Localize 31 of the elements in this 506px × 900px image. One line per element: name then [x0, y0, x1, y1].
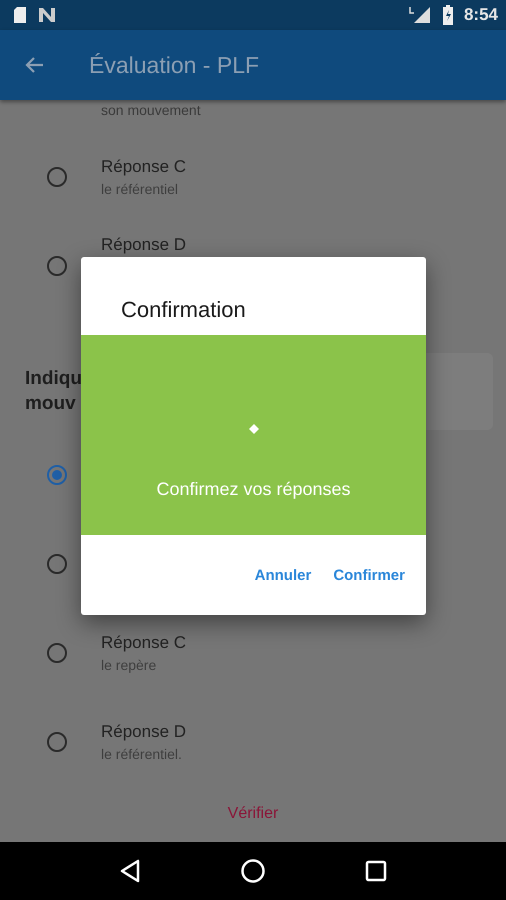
- answer-label: Réponse C: [101, 632, 186, 652]
- recents-icon[interactable]: [364, 860, 387, 882]
- answer-label: Réponse D: [101, 235, 186, 255]
- verify-button[interactable]: Vérifier: [220, 801, 286, 827]
- answer-text: le repère: [101, 656, 158, 672]
- answer-label: Réponse D: [101, 722, 186, 742]
- radio-button[interactable]: [47, 642, 67, 662]
- notification-icon: [38, 7, 56, 23]
- screen-title: Évaluation - PLF: [89, 52, 260, 78]
- back-icon[interactable]: [119, 859, 142, 883]
- clock: 8:54: [464, 5, 498, 25]
- radio-button[interactable]: [47, 464, 67, 484]
- radio-button[interactable]: [47, 256, 67, 276]
- radio-button[interactable]: [47, 554, 67, 574]
- home-icon[interactable]: [240, 858, 266, 884]
- radio-button[interactable]: [47, 732, 67, 752]
- dialog-title: Confirmation: [121, 297, 246, 322]
- answer-text: son mouvement: [101, 102, 202, 118]
- sd-card-icon: [12, 6, 28, 24]
- signal-icon: [408, 6, 432, 24]
- radio-button[interactable]: [47, 166, 67, 186]
- dialog-message: Confirmez vos réponses: [156, 479, 351, 500]
- diamond-icon: [248, 423, 260, 435]
- question-text: mouv: [25, 392, 77, 416]
- answer-label: Réponse C: [101, 156, 186, 176]
- answer-text: le référentiel: [101, 180, 180, 196]
- battery-icon: [442, 5, 454, 25]
- dialog-button[interactable]: Annuler: [248, 560, 318, 590]
- question-text: Indiqu: [25, 367, 82, 391]
- dialog-button[interactable]: Confirmer: [326, 560, 412, 590]
- answer-text: le référentiel.: [101, 746, 183, 762]
